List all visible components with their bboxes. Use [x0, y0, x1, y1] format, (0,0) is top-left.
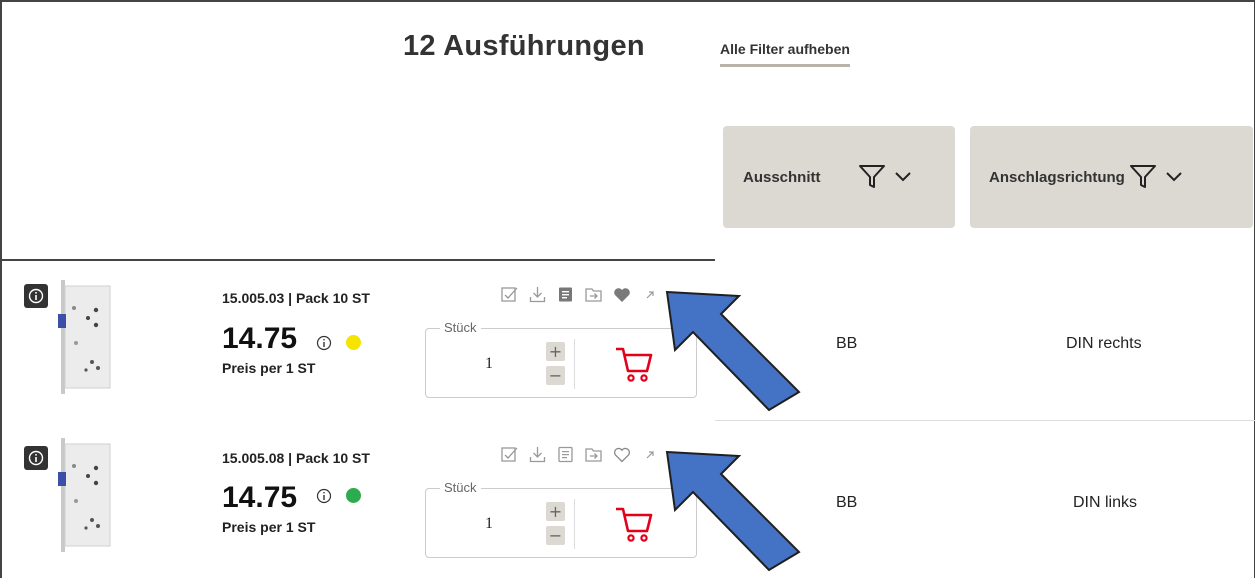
sku-label: 15.005.08 | Pack 10 ST: [222, 450, 370, 466]
quantity-input[interactable]: [452, 511, 526, 537]
download-icon[interactable]: [528, 285, 547, 304]
quantity-input[interactable]: [452, 351, 526, 377]
quantity-increase-button[interactable]: +: [546, 502, 565, 521]
ausschnitt-value: BB: [836, 335, 858, 352]
price-value: 14.75: [222, 481, 298, 514]
add-to-cart-icon[interactable]: [614, 503, 654, 543]
chevron-down-icon: [1166, 172, 1182, 182]
funnel-icon: [1129, 165, 1156, 188]
favorite-heart-outline-icon[interactable]: [612, 445, 631, 464]
header-divider: [0, 259, 715, 261]
clear-filters-link[interactable]: Alle Filter aufheben: [720, 41, 850, 67]
price-info-icon[interactable]: [316, 335, 332, 351]
quantity-increase-button[interactable]: +: [546, 342, 565, 361]
favorite-heart-filled-icon[interactable]: [612, 285, 631, 304]
filter-label: Ausschnitt: [743, 168, 821, 186]
sku-label: 15.005.03 | Pack 10 ST: [222, 290, 370, 306]
quantity-legend: Stück: [440, 320, 481, 335]
add-to-cart-icon[interactable]: [614, 343, 654, 383]
stock-status-dot: [346, 488, 361, 503]
datasheet-icon[interactable]: [556, 445, 575, 464]
filter-anschlagsrichtung[interactable]: Anschlagsrichtung: [970, 126, 1253, 228]
quantity-divider: [574, 339, 575, 389]
stock-status-dot: [346, 335, 361, 350]
product-actions: [500, 445, 659, 464]
quantity-box: Stück + −: [425, 480, 697, 558]
price-value: 14.75: [222, 322, 298, 355]
product-row: 15.005.03 | Pack 10 ST 14.75 Preis per 1…: [0, 262, 1255, 422]
compare-checkbox-icon[interactable]: [500, 285, 519, 304]
unit-price-label: Preis per 1 ST: [222, 360, 316, 376]
product-row: 15.005.08 | Pack 10 ST 14.75 Preis per 1…: [0, 422, 1255, 582]
result-count-title: 12 Ausführungen: [403, 30, 645, 62]
move-to-folder-icon[interactable]: [584, 445, 603, 464]
product-actions: [500, 285, 659, 304]
funnel-icon: [858, 165, 885, 188]
door-lock-image: [58, 438, 111, 552]
filter-label: Anschlagsrichtung: [989, 168, 1125, 186]
external-link-icon[interactable]: [640, 285, 659, 304]
price-info-icon[interactable]: [316, 488, 332, 504]
datasheet-icon[interactable]: [556, 285, 575, 304]
quantity-box: Stück + −: [425, 320, 697, 398]
chevron-down-icon: [894, 172, 911, 182]
move-to-folder-icon[interactable]: [584, 285, 603, 304]
door-lock-image: [58, 280, 111, 394]
ausschnitt-value: BB: [836, 494, 858, 511]
external-link-icon[interactable]: [640, 445, 659, 464]
download-icon[interactable]: [528, 445, 547, 464]
quantity-divider: [574, 499, 575, 549]
anschlagsrichtung-value: DIN links: [1073, 494, 1138, 511]
compare-checkbox-icon[interactable]: [500, 445, 519, 464]
quantity-legend: Stück: [440, 480, 481, 495]
anschlagsrichtung-value: DIN rechts: [1066, 335, 1142, 352]
quantity-decrease-button[interactable]: −: [546, 366, 565, 385]
filter-ausschnitt[interactable]: Ausschnitt: [723, 126, 955, 228]
quantity-decrease-button[interactable]: −: [546, 526, 565, 545]
unit-price-label: Preis per 1 ST: [222, 519, 316, 535]
